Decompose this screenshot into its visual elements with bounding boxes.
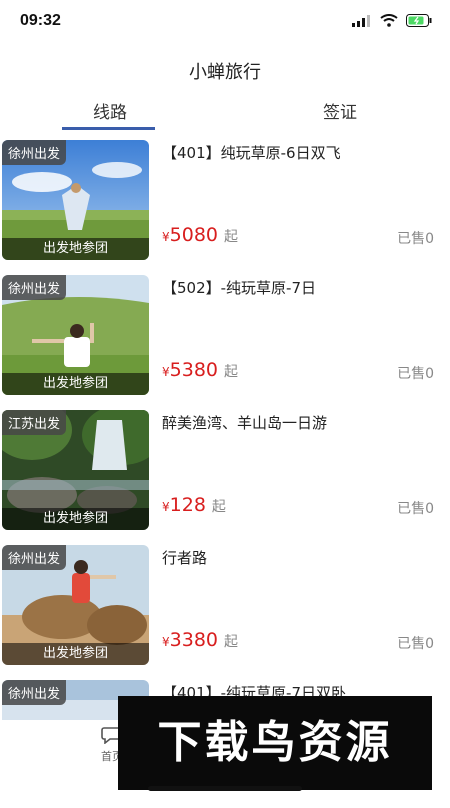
price-unit: 起 [224,229,238,245]
price-value: 5380 [169,359,218,381]
wifi-icon [380,14,398,27]
thumbnail-caption: 出发地参团 [2,643,149,665]
sold-count: 已售0 [397,231,434,247]
price-unit: 起 [224,634,238,650]
watermark-banner: 下载鸟资源 [118,696,432,790]
sold-count: 已售0 [397,636,434,652]
home-indicator [148,786,302,791]
signal-icon [352,14,370,27]
thumbnail-caption: 出发地参团 [2,373,149,395]
departure-tag: 徐州出发 [2,545,67,570]
status-bar: 09:32 [0,0,450,44]
tab-routes[interactable]: 线路 [30,98,190,123]
price-value: 5080 [169,224,218,246]
sold-count: 已售0 [397,366,434,382]
route-price: ¥5080 起 [162,224,238,246]
status-time: 09:32 [20,12,61,29]
route-name: 醉美渔湾、羊山岛一日游 [162,414,328,432]
departure-tag: 徐州出发 [2,680,67,705]
route-thumbnail: 徐州出发 出发地参团 [2,140,149,260]
list-item[interactable]: 江苏出发 出发地参团 醉美渔湾、羊山岛一日游 ¥128 起 已售0 [0,408,450,538]
price-unit: 起 [211,499,226,515]
tab-bar: 线路 签证 [0,94,450,130]
route-price: ¥128 起 [162,494,226,516]
currency-symbol: ¥ [162,365,170,379]
route-thumbnail: 江苏出发 出发地参团 [2,410,149,530]
currency-symbol: ¥ [162,635,170,649]
price-value: 3380 [169,629,218,651]
price-unit: 起 [224,364,238,380]
page-title: 小蝉旅行 [189,62,261,83]
route-price: ¥5380 起 [162,359,238,381]
departure-tag: 徐州出发 [2,140,67,165]
list-item[interactable]: 徐州出发 出发地参团 【401】纯玩草原-6日双飞 ¥5080 起 已售0 [0,138,450,268]
list-item[interactable]: 徐州出发 出发地参团 【502】-纯玩草原-7日 ¥5380 起 已售0 [0,273,450,403]
route-name: 【401】纯玩草原-6日双飞 [162,144,341,162]
route-thumbnail: 徐州出发 出发地参团 [2,545,149,665]
route-price: ¥3380 起 [162,629,238,651]
route-thumbnail: 徐州出发 出发地参团 [2,275,149,395]
currency-symbol: ¥ [162,230,170,244]
thumbnail-caption: 出发地参团 [2,238,149,260]
currency-symbol: ¥ [162,500,170,514]
list-item[interactable]: 徐州出发 出发地参团 行者路 ¥3380 起 已售0 [0,543,450,673]
route-name: 行者路 [162,549,208,567]
tab-active-indicator [62,127,155,130]
route-name: 【502】-纯玩草原-7日 [162,279,316,297]
battery-icon [406,14,432,27]
price-value: 128 [169,494,206,516]
departure-tag: 江苏出发 [2,410,67,435]
departure-tag: 徐州出发 [2,275,67,300]
tab-visa[interactable]: 签证 [260,98,420,123]
thumbnail-caption: 出发地参团 [2,508,149,530]
sold-count: 已售0 [397,501,434,517]
